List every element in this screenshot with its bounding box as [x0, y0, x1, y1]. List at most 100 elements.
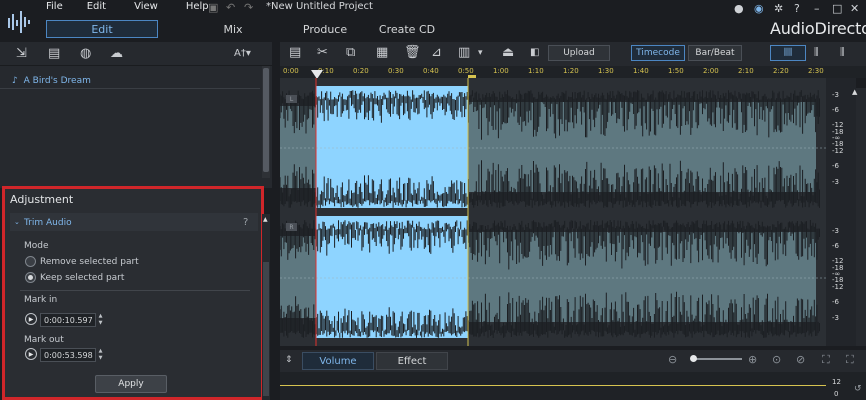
project-title: *New Untitled Project — [266, 1, 373, 12]
waveform[interactable] — [280, 78, 826, 346]
timecode-toggle[interactable]: Timecode — [631, 45, 685, 61]
ruler-tick-label: 1:10 — [528, 67, 544, 75]
marker-icon[interactable]: ⏏ — [502, 45, 514, 60]
bottom-scale-top: 12 — [832, 378, 841, 386]
db-scale-label: -3 — [832, 178, 839, 186]
menu-help[interactable]: Help — [186, 1, 209, 15]
fit-width-icon[interactable]: ⛶ — [822, 353, 830, 367]
close-icon[interactable]: ✕ — [850, 2, 859, 15]
mode-label: Mode — [24, 241, 49, 251]
channel-divider — [280, 208, 826, 216]
mark-in-field[interactable]: 0:00:10.597 — [40, 313, 96, 327]
radio-remove-selected[interactable] — [25, 256, 36, 267]
mark-out-field[interactable]: 0:00:53.598 — [40, 348, 96, 362]
maximize-icon[interactable]: □ — [832, 2, 842, 15]
zoom-selection-icon[interactable]: ⊙ — [772, 353, 781, 366]
db-scale-label: -6 — [832, 162, 839, 170]
db-scale — [826, 78, 856, 346]
ruler-tick-label: 1:40 — [633, 67, 649, 75]
ruler-tick-label: 0:40 — [423, 67, 439, 75]
save-icon[interactable]: ▣ — [208, 1, 218, 14]
help-icon[interactable]: ? — [794, 2, 800, 15]
mark-in-stepper[interactable]: ▲ ▼ — [97, 313, 104, 327]
waveform-view-icon[interactable]: ⫼⫼ — [770, 45, 806, 61]
question-icon[interactable]: ? — [243, 217, 248, 228]
ruler-tick-label: 1:20 — [563, 67, 579, 75]
library-track[interactable]: ♪ A Bird's Dream — [12, 76, 91, 86]
trash-icon[interactable]: 🗑 — [404, 45, 421, 60]
account-icon[interactable]: ● — [734, 2, 744, 15]
menu-view[interactable]: View — [134, 1, 158, 15]
volume-envelope-area[interactable] — [280, 372, 866, 400]
library-divider — [0, 88, 260, 89]
split-icon[interactable]: ⫼ — [814, 47, 819, 58]
barbeat-toggle[interactable]: Bar/Beat — [688, 45, 742, 61]
db-scale-label: -3 — [832, 227, 839, 235]
volume-envelope-line[interactable] — [280, 385, 826, 386]
dropdown-icon[interactable]: ▾ — [478, 48, 483, 58]
zoom-slider-track[interactable] — [692, 358, 742, 360]
mark-out-play-icon[interactable]: ▶ — [25, 348, 37, 360]
scissors-icon[interactable]: ✂ — [317, 45, 328, 60]
fit-height-icon[interactable]: ⛶ — [846, 353, 854, 367]
ruler-tick-label: 2:10 — [738, 67, 754, 75]
mark-in-play-icon[interactable]: ▶ — [25, 313, 37, 325]
ruler-tick-label: 2:20 — [773, 67, 789, 75]
crop-icon[interactable]: ⊿ — [431, 45, 442, 60]
ruler-tick-label: 0:00 — [283, 67, 299, 75]
redo-icon[interactable]: ↷ — [244, 1, 253, 14]
cloud-icon[interactable]: ☁ — [110, 46, 123, 61]
zoom-out-icon[interactable]: ⊖ — [668, 353, 677, 366]
adjustment-scroll-thumb[interactable] — [263, 262, 269, 396]
upload-button[interactable]: Upload — [548, 45, 610, 61]
import-icon[interactable]: ⇲ — [16, 46, 27, 61]
import-folder-icon[interactable]: ▤ — [48, 46, 60, 61]
ruler-tick-label: 2:00 — [703, 67, 719, 75]
scroll-up-icon[interactable]: ▲ — [263, 216, 268, 223]
tab-volume[interactable]: Volume — [302, 352, 374, 370]
scroll-up-icon[interactable]: ▲ — [852, 88, 857, 96]
zoom-in-icon[interactable]: ⊕ — [748, 353, 757, 366]
export-icon[interactable]: ◧ — [530, 47, 539, 58]
bottom-scale-zero: 0 — [834, 390, 839, 398]
ruler-tick-label: 0:20 — [353, 67, 369, 75]
db-scale-label: -12 — [832, 147, 844, 155]
clip-icon[interactable]: ▤ — [289, 45, 301, 60]
adjustment-title: Adjustment — [10, 193, 74, 206]
library-scroll-thumb[interactable] — [263, 68, 269, 172]
menu-file[interactable]: File — [46, 1, 63, 15]
undo-icon[interactable]: ↶ — [226, 1, 235, 14]
insert-icon[interactable]: ▥ — [458, 45, 470, 60]
tab-edit[interactable]: Edit — [46, 20, 158, 38]
db-scale-label: -6 — [832, 242, 839, 250]
menu-edit[interactable]: Edit — [87, 1, 106, 15]
ruler-tick-label: 1:50 — [668, 67, 684, 75]
globe-icon[interactable]: ◍ — [80, 46, 91, 61]
copy-icon[interactable]: ⧉ — [346, 45, 355, 60]
minimize-icon[interactable]: – — [814, 2, 820, 15]
tab-create-cd[interactable]: Create CD — [342, 20, 472, 38]
vertical-scrollbar[interactable] — [856, 88, 866, 346]
channel-left-label: L — [286, 95, 297, 103]
font-menu-icon[interactable]: A†▾ — [234, 48, 251, 59]
zoom-fit-icon[interactable]: ⊘ — [796, 353, 805, 366]
tab-produce[interactable]: Produce — [303, 20, 347, 38]
ruler-tick-label: 1:30 — [598, 67, 614, 75]
paste-icon[interactable]: ▦ — [376, 45, 388, 60]
db-scale-label: -3 — [832, 91, 839, 99]
radio-keep-selected[interactable] — [25, 272, 36, 283]
merge-icon[interactable]: ⫼ — [840, 47, 845, 58]
mark-out-label: Mark out — [24, 335, 64, 345]
zoom-slider-handle[interactable] — [690, 355, 697, 362]
tab-mix[interactable]: Mix — [158, 20, 308, 38]
mark-in-label: Mark in — [24, 295, 58, 305]
apply-button[interactable]: Apply — [95, 375, 167, 393]
tab-effect[interactable]: Effect — [376, 352, 448, 370]
reset-icon[interactable]: ↺ — [854, 384, 862, 394]
ruler-tick-label: 1:00 — [493, 67, 509, 75]
badge-icon[interactable]: ◉ — [754, 2, 764, 15]
collapse-icon[interactable]: ⇕ — [285, 355, 293, 365]
mark-out-stepper[interactable]: ▲ ▼ — [97, 348, 104, 362]
settings-icon[interactable]: ✲ — [774, 2, 783, 15]
chevron-down-icon[interactable]: ⌄ — [14, 218, 20, 226]
